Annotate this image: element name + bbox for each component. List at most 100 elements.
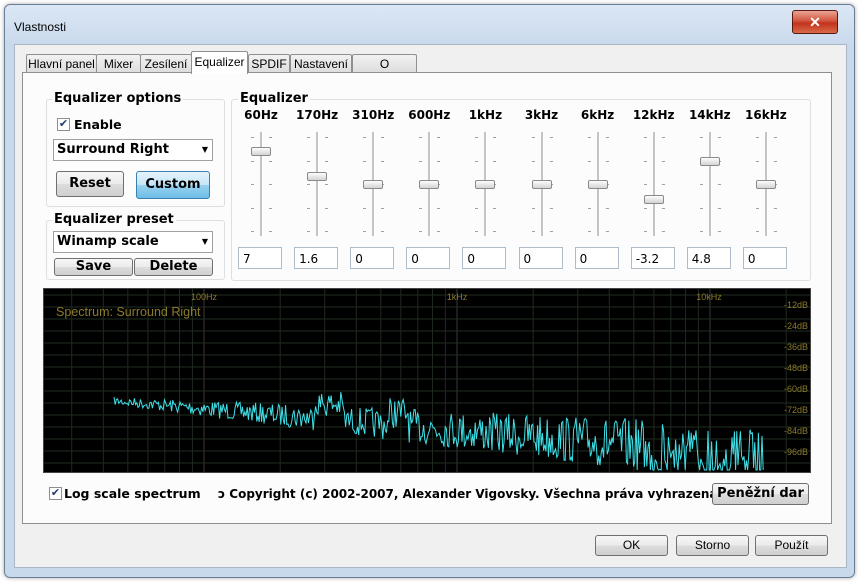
donate-button[interactable]: Peněžní dar [712,483,809,505]
band-slider-thumb[interactable] [643,195,664,205]
band-value-input[interactable]: 4.8 [686,247,731,269]
band-value-input[interactable]: 1.6 [294,247,339,269]
slider-tick [531,137,535,138]
slider-tick [661,231,665,232]
slider-tick [587,160,591,162]
slider-tick [605,160,609,162]
slider-tick [307,231,311,232]
preset-select[interactable]: Winamp scale ▼ [53,231,213,253]
slider-tick [363,207,367,209]
slider-tick [587,207,591,209]
slider-tick [755,160,759,162]
slider-tick [717,137,721,138]
log-scale-checkbox[interactable]: ✔ [49,487,62,500]
custom-button[interactable]: Custom [136,171,210,199]
options-group-title: Equalizer options [52,91,184,106]
slider-tick [307,160,311,162]
tab-zesileni[interactable]: Zesílení [140,54,192,73]
tab-hlavni-panel[interactable]: Hlavní panel [26,54,97,73]
slider-tick [437,137,441,138]
slider-tick [717,207,721,209]
spectrum-trace [113,392,764,471]
slider-tick [643,160,647,162]
band-slider-thumb[interactable] [531,180,552,189]
tab-nastaveni[interactable]: Nastavení [290,54,352,73]
band-freq-label: 1kHz [468,108,503,122]
band-value-input[interactable]: 7 [238,247,282,269]
band-freq-label: 6kHz [580,108,615,122]
slider-tick [773,137,777,138]
slider-tick [419,137,423,138]
slider-tick [325,207,329,209]
band-value-input[interactable]: 0 [350,247,395,269]
slider-tick [363,231,367,232]
slider-tick [437,231,441,232]
band-value-input[interactable]: 0 [406,247,451,269]
enable-checkbox[interactable]: ✔ [57,118,70,131]
apply-button[interactable]: Použít [755,535,828,556]
slider-tick [475,160,479,162]
band-value-input[interactable]: 0 [742,247,787,269]
slider-tick [269,184,272,185]
slider-tick [755,207,759,209]
slider-tick [307,207,311,209]
spectrum-graph: 100Hz 1kHz 10kHz -12dB -24dB -36dB -48dB -60dB -… [44,289,810,472]
band-slider-track[interactable] [316,132,320,236]
slider-tick [251,207,254,209]
preset-group-title: Equalizer preset [52,212,176,227]
slider-tick [437,207,441,209]
band-slider-thumb[interactable] [419,180,440,189]
band-slider-track[interactable] [708,132,712,236]
slider-tick [493,160,497,162]
band-freq-label: 310Hz [352,108,395,122]
band-value-input[interactable]: 0 [462,247,507,269]
slider-tick [531,231,535,232]
band-slider-thumb[interactable] [755,180,776,189]
slider-tick [643,184,647,185]
dropdown-arrow-icon: ▼ [201,237,208,246]
cancel-button[interactable]: Storno [676,535,749,556]
spectrum-freq-label: 100Hz [191,292,218,302]
band-value-input[interactable]: 0 [518,247,563,269]
spectrum-display: 100Hz 1kHz 10kHz -12dB -24dB -36dB -48dB -60dB -… [43,288,811,473]
spectrum-channel-label: Spectrum: Surround Right [56,305,201,319]
slider-tick [251,160,254,162]
tab-o-programu[interactable]: O programu [352,54,417,89]
slider-tick [475,231,479,232]
slider-tick [773,207,777,209]
channel-select[interactable]: Surround Right ▼ [53,139,213,161]
slider-tick [381,160,385,162]
tab-equalizer[interactable]: Equalizer [191,51,248,74]
slider-tick [773,160,777,162]
close-button[interactable]: ✕ [792,10,838,34]
band-slider-track[interactable] [652,132,656,236]
band-slider-thumb[interactable] [699,157,720,167]
band-value-input[interactable]: -3.2 [630,247,675,269]
tab-mixer[interactable]: Mixer [96,54,141,73]
slider-tick [325,231,329,232]
slider-tick [493,207,497,209]
spectrum-freq-label: 10kHz [696,292,722,302]
equalizer-group-title: Equalizer [238,91,310,106]
save-preset-button[interactable]: Save [54,258,133,276]
slider-tick [325,184,329,185]
slider-tick [381,207,385,209]
band-slider-thumb[interactable] [251,147,271,157]
spectrum-db-label: -24dB [784,321,808,331]
delete-preset-button[interactable]: Delete [134,258,213,276]
band-slider-thumb[interactable] [363,180,384,189]
slider-tick [269,231,272,232]
slider-tick [251,184,254,185]
band-slider-thumb[interactable] [587,180,608,189]
ok-button[interactable]: OK [595,535,668,556]
band-value-input[interactable]: 0 [574,247,619,269]
slider-tick [549,160,553,162]
band-slider-thumb[interactable] [475,180,496,189]
band-freq-label: 170Hz [296,108,339,122]
copyright-text: ɔ Copyright (c) 2002-2007, Alexander Vig… [218,487,723,501]
reset-button[interactable]: Reset [56,171,124,197]
band-slider-thumb[interactable] [307,172,328,182]
tab-spdif[interactable]: SPDIF [248,54,290,73]
slider-tick [605,137,609,138]
spectrum-db-label: -96dB [784,447,808,457]
